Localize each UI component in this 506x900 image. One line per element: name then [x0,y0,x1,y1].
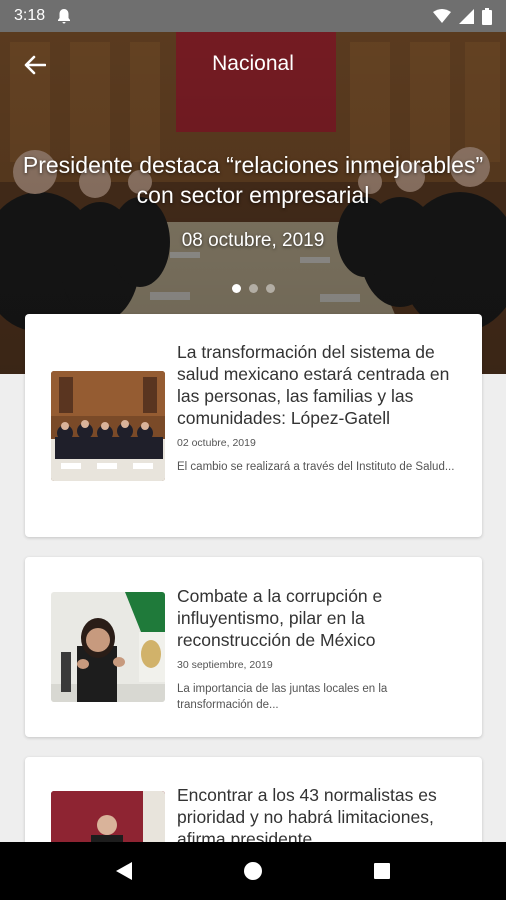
article-title: Encontrar a los 43 normalistas es priori… [177,785,437,849]
article-date: 30 septiembre, 2019 [177,659,273,671]
circle-home-icon [243,862,262,880]
wifi-icon [433,9,451,23]
article-title: La transformación del sistema de salud m… [177,342,450,428]
carousel-dot[interactable] [231,284,241,293]
article-date: 02 octubre, 2019 [177,437,256,449]
article-card[interactable]: Combate a la corrupción e influyentismo,… [25,557,482,737]
featured-article-date: 08 octubre, 2019 [181,230,325,251]
article-thumbnail [51,592,165,702]
battery-icon [482,7,492,25]
carousel-indicator [0,284,506,293]
carousel-dot[interactable] [265,284,275,293]
signal-icon [459,8,474,24]
system-navigation-bar [0,842,506,900]
status-bar: 3:18 [0,0,506,32]
notification-bell-icon [57,8,71,24]
nav-home-button[interactable] [233,851,273,891]
square-recents-icon [373,863,390,879]
article-summary: La importancia de las juntas locales en … [177,683,388,711]
back-button[interactable] [20,50,50,80]
article-card[interactable]: La transformación del sistema de salud m… [25,314,482,537]
nav-back-button[interactable] [104,851,144,891]
status-time: 3:18 [14,7,46,24]
article-summary: El cambio se realizará a través del Inst… [177,461,455,473]
article-title: Combate a la corrupción e influyentismo,… [177,586,383,650]
app-toolbar: Nacional [0,32,506,96]
featured-article-title[interactable]: Presidente destaca “relaciones inmejorab… [0,150,506,210]
nav-recents-button[interactable] [362,851,402,891]
article-thumbnail [51,371,165,481]
page-title: Nacional [212,52,294,75]
arrow-left-icon [24,55,46,75]
triangle-back-icon [116,862,133,880]
carousel-dot[interactable] [248,284,258,293]
